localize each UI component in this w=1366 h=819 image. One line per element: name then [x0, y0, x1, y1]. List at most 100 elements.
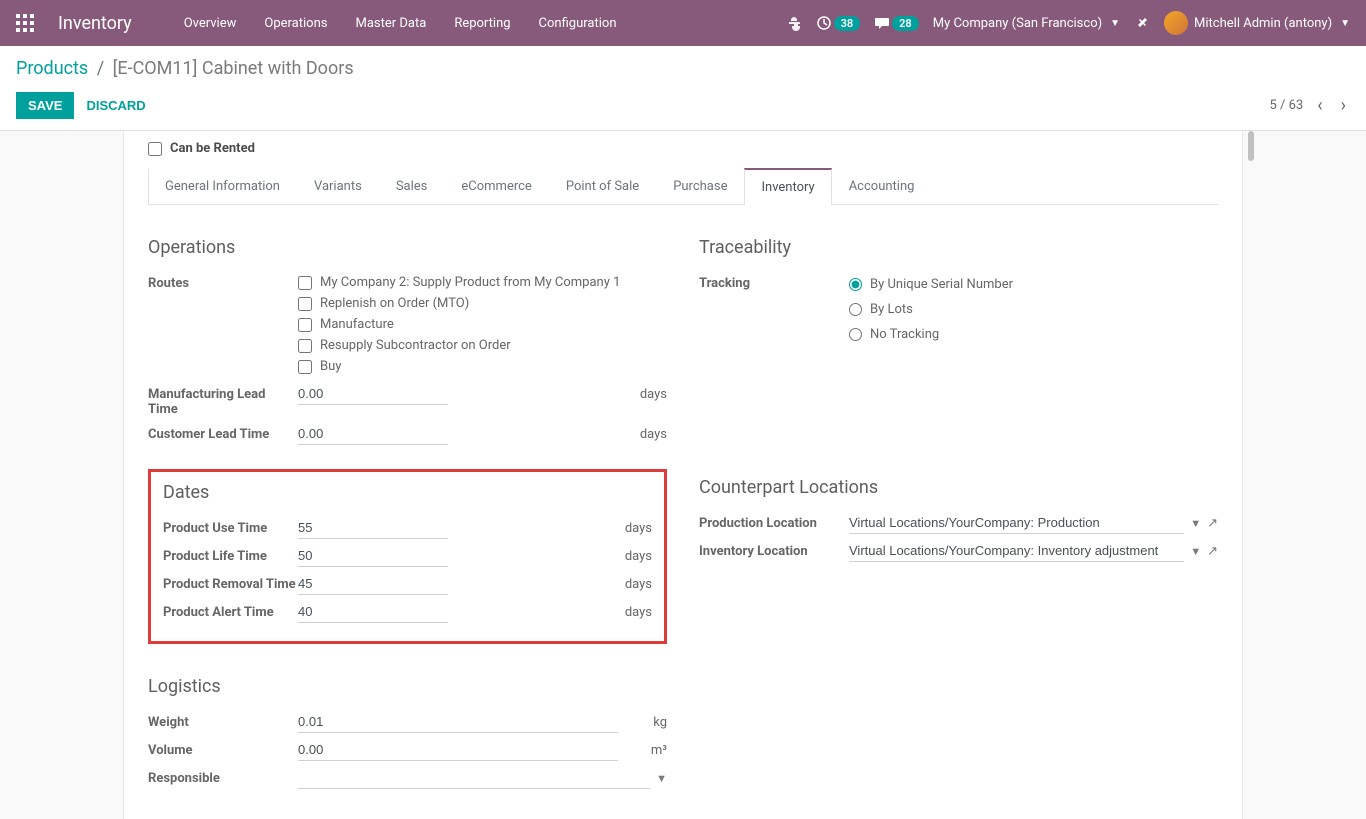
breadcrumb: Products / [E-COM11] Cabinet with Doors [16, 58, 1350, 79]
removal-time-input[interactable] [298, 573, 448, 595]
user-menu[interactable]: Mitchell Admin (antony) ▼ [1164, 11, 1350, 35]
removal-time-label: Product Removal Time [163, 573, 298, 592]
volume-unit: m³ [651, 739, 667, 758]
chevron-down-icon: ▼ [1110, 18, 1120, 29]
tab-ecommerce[interactable]: eCommerce [444, 168, 548, 205]
dates-highlight-box: Dates Product Use Time days Product Life… [148, 469, 667, 644]
menu-overview[interactable]: Overview [172, 8, 249, 39]
menu-master-data[interactable]: Master Data [343, 8, 438, 39]
route-checkbox[interactable] [298, 297, 312, 311]
tab-sales[interactable]: Sales [379, 168, 445, 205]
can-be-rented-label: Can be Rented [170, 141, 255, 156]
pager: 5 / 63 ‹ › [1269, 91, 1350, 120]
weight-input[interactable] [298, 711, 618, 733]
company-selector[interactable]: My Company (San Francisco) ▼ [933, 16, 1120, 31]
responsible-input[interactable] [298, 767, 650, 789]
chevron-down-icon[interactable]: ▼ [1190, 545, 1201, 558]
tabs: General Information Variants Sales eComm… [148, 168, 1218, 205]
production-location-label: Production Location [699, 512, 849, 531]
menu-operations[interactable]: Operations [252, 8, 339, 39]
scrollbar[interactable] [1248, 131, 1254, 161]
chevron-down-icon[interactable]: ▼ [656, 772, 667, 785]
main-menu: Overview Operations Master Data Reportin… [172, 8, 629, 39]
pager-prev[interactable]: ‹ [1313, 91, 1326, 120]
use-time-input[interactable] [298, 517, 448, 539]
activity-badge: 38 [834, 16, 861, 31]
route-checkbox[interactable] [298, 360, 312, 374]
tracking-radio[interactable] [849, 328, 862, 341]
can-be-rented-row: Can be Rented [148, 131, 1218, 168]
tracking-options: By Unique Serial Number By Lots No Track… [849, 272, 1218, 347]
routes-label: Routes [148, 272, 298, 291]
chevron-down-icon: ▼ [1340, 18, 1350, 29]
menu-configuration[interactable]: Configuration [527, 8, 629, 39]
traceability-title: Traceability [699, 237, 1218, 258]
tracking-option-label: No Tracking [870, 327, 939, 342]
breadcrumb-current: [E-COM11] Cabinet with Doors [113, 58, 354, 79]
production-location-input[interactable] [849, 512, 1184, 534]
chevron-down-icon[interactable]: ▼ [1190, 517, 1201, 530]
weight-unit: kg [653, 711, 667, 730]
discuss-icon[interactable]: 28 [874, 15, 919, 31]
dates-title: Dates [163, 482, 652, 503]
alert-time-input[interactable] [298, 601, 448, 623]
route-checkbox[interactable] [298, 318, 312, 332]
route-label: My Company 2: Supply Product from My Com… [320, 275, 620, 290]
pager-value[interactable]: 5 / 63 [1269, 98, 1303, 113]
inventory-location-label: Inventory Location [699, 540, 849, 559]
volume-input[interactable] [298, 739, 618, 761]
tracking-radio[interactable] [849, 278, 862, 291]
route-label: Replenish on Order (MTO) [320, 296, 469, 311]
tab-general-information[interactable]: General Information [148, 168, 297, 205]
route-checkbox[interactable] [298, 339, 312, 353]
can-be-rented-checkbox[interactable] [148, 142, 162, 156]
activity-icon[interactable]: 38 [816, 15, 861, 31]
company-name: My Company (San Francisco) [933, 16, 1102, 31]
settings-icon[interactable] [1134, 15, 1150, 31]
logistics-title: Logistics [148, 676, 667, 697]
life-time-input[interactable] [298, 545, 448, 567]
tab-point-of-sale[interactable]: Point of Sale [549, 168, 656, 205]
bug-icon[interactable] [786, 15, 802, 31]
use-time-label: Product Use Time [163, 517, 298, 536]
route-checkbox[interactable] [298, 276, 312, 290]
menu-reporting[interactable]: Reporting [442, 8, 522, 39]
counterpart-title: Counterpart Locations [699, 477, 1218, 498]
form-sheet: Can be Rented General Information Varian… [123, 131, 1243, 819]
tab-purchase[interactable]: Purchase [656, 168, 744, 205]
days-unit: days [640, 383, 667, 402]
pager-next[interactable]: › [1337, 91, 1350, 120]
routes-list: My Company 2: Supply Product from My Com… [298, 272, 667, 377]
breadcrumb-root[interactable]: Products [16, 58, 88, 79]
operations-title: Operations [148, 237, 667, 258]
days-unit: days [625, 601, 652, 620]
apps-icon[interactable] [16, 14, 34, 32]
navbar-right: 38 28 My Company (San Francisco) ▼ Mitch… [786, 11, 1350, 35]
weight-label: Weight [148, 711, 298, 730]
volume-label: Volume [148, 739, 298, 758]
days-unit: days [640, 423, 667, 442]
control-panel: Products / [E-COM11] Cabinet with Doors … [0, 46, 1366, 131]
days-unit: days [625, 545, 652, 564]
user-name: Mitchell Admin (antony) [1194, 16, 1332, 31]
tab-inventory[interactable]: Inventory [744, 168, 831, 205]
navbar: Inventory Overview Operations Master Dat… [0, 0, 1366, 46]
cust-lead-input[interactable] [298, 423, 448, 445]
mfg-lead-input[interactable] [298, 383, 448, 405]
external-link-icon[interactable]: ↗ [1207, 544, 1218, 559]
tracking-option-label: By Lots [870, 302, 913, 317]
app-brand[interactable]: Inventory [58, 13, 132, 34]
external-link-icon[interactable]: ↗ [1207, 516, 1218, 531]
inventory-location-input[interactable] [849, 540, 1184, 562]
tab-variants[interactable]: Variants [297, 168, 379, 205]
mfg-lead-label: Manufacturing Lead Time [148, 383, 298, 417]
tracking-radio[interactable] [849, 303, 862, 316]
save-button[interactable]: Save [16, 92, 74, 119]
route-label: Buy [320, 359, 341, 374]
avatar [1164, 11, 1188, 35]
life-time-label: Product Life Time [163, 545, 298, 564]
days-unit: days [625, 517, 652, 536]
tracking-option-label: By Unique Serial Number [870, 277, 1013, 292]
tab-accounting[interactable]: Accounting [832, 168, 932, 205]
discard-button[interactable]: Discard [86, 98, 145, 113]
